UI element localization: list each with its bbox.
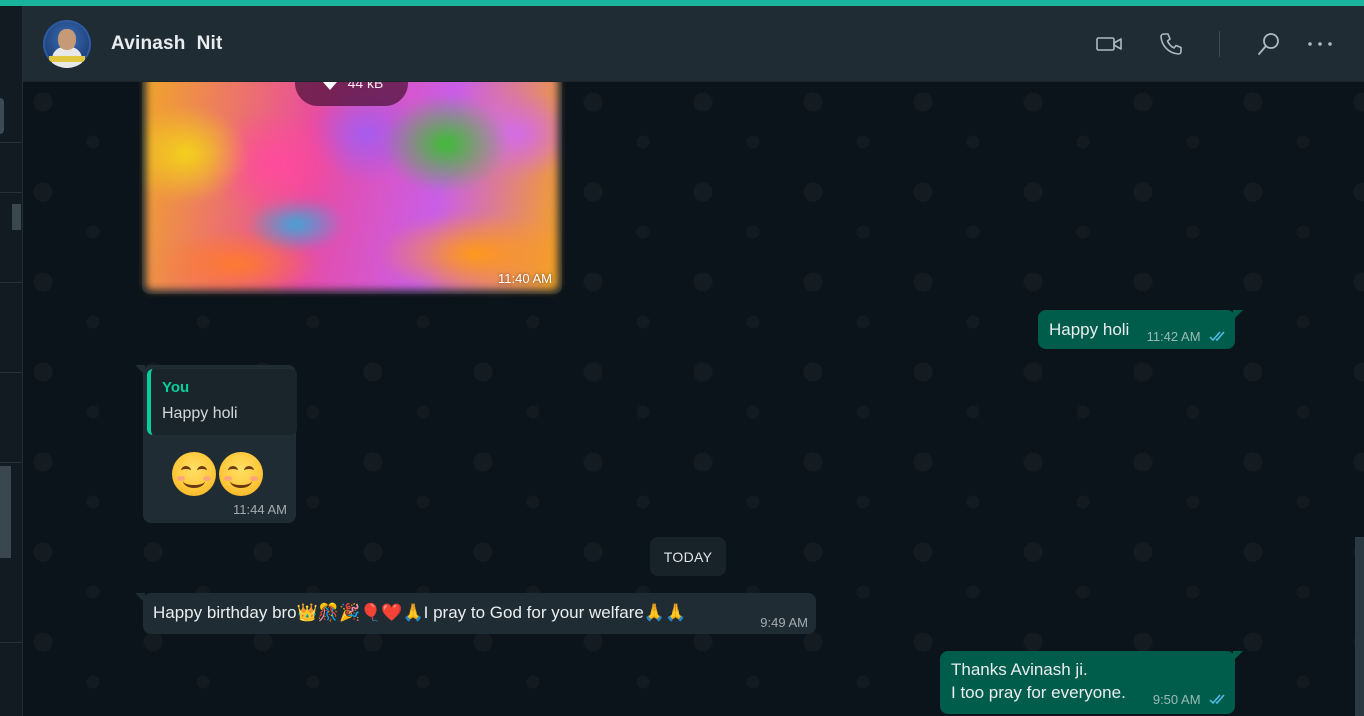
message-emojis: 👑🎊🎉🎈❤️🙏	[296, 603, 424, 623]
message-line: I too pray for everyone.	[951, 683, 1126, 702]
message-meta: 9:50 AM	[1153, 691, 1227, 709]
divider	[0, 192, 22, 193]
avatar-face	[58, 29, 76, 50]
message-text: Happy holi	[1049, 320, 1130, 339]
chat-list-scrollbar[interactable]	[0, 466, 11, 558]
read-ticks-icon	[1209, 694, 1225, 705]
chat-list-panel-edge	[0, 6, 23, 716]
outgoing-message[interactable]: Thanks Avinash ji. I too pray for everyo…	[940, 651, 1243, 714]
search-icon[interactable]	[1251, 26, 1287, 62]
emoji-mouth	[183, 474, 205, 488]
divider	[0, 462, 22, 463]
read-ticks-icon	[1209, 331, 1225, 342]
quoted-message[interactable]: You Happy holi	[147, 369, 297, 435]
message-line: Thanks Avinash ji.	[951, 660, 1088, 679]
download-arrow-icon	[322, 82, 337, 90]
header-divider	[1219, 31, 1220, 57]
chat-list-item-edge[interactable]	[12, 204, 21, 230]
avatar-banner	[49, 56, 85, 62]
divider	[0, 282, 22, 283]
video-call-icon[interactable]	[1091, 26, 1127, 62]
message-text-part: Happy birthday bro	[153, 603, 297, 622]
message-time: 11:40 AM	[498, 271, 552, 286]
download-button[interactable]: 44 kB	[295, 82, 408, 106]
contact-name[interactable]: Avinash Nit	[111, 33, 223, 55]
message-meta: 11:42 AM	[1147, 328, 1227, 346]
emoji-mouth	[230, 474, 252, 488]
message-text-part: I pray to God for your welfare	[423, 603, 644, 622]
quote-author: You	[162, 379, 190, 396]
more-options-icon[interactable]	[1302, 26, 1338, 62]
smiling-face-emoji	[219, 452, 263, 496]
outgoing-message[interactable]: Happy holi 11:42 AM	[1038, 310, 1243, 349]
message-time: 11:44 AM	[233, 502, 287, 517]
message-text: Happy birthday bro👑🎊🎉🎈❤️🙏I pray to God f…	[153, 601, 686, 625]
chat-header: Avinash Nit	[23, 6, 1364, 82]
incoming-reply-message[interactable]: You Happy holi 11:44 AM	[135, 365, 297, 523]
incoming-message[interactable]: Happy birthday bro👑🎊🎉🎈❤️🙏I pray to God f…	[135, 593, 816, 634]
message-time: 9:50 AM	[1152, 692, 1201, 707]
download-size: 44 kB	[347, 82, 384, 91]
blurred-image-preview[interactable]	[146, 82, 558, 290]
message-time: 11:42 AM	[1146, 329, 1201, 344]
contact-avatar[interactable]	[43, 20, 91, 68]
search-field-edge[interactable]	[0, 98, 4, 134]
divider	[0, 142, 22, 143]
image-message[interactable]: 44 kB 11:40 AM	[142, 82, 562, 294]
message-emojis: 🙏🙏	[643, 603, 687, 623]
divider	[0, 642, 22, 643]
date-divider: TODAY	[650, 537, 726, 576]
quote-text: Happy holi	[162, 405, 238, 422]
message-time: 9:49 AM	[760, 615, 808, 630]
divider	[0, 372, 22, 373]
voice-call-icon[interactable]	[1153, 26, 1189, 62]
smiling-face-emoji	[172, 452, 216, 496]
conversation-panel: 44 kB 11:40 AM Happy holi 11:42 AM You H…	[23, 82, 1364, 716]
conversation-scrollbar[interactable]	[1355, 537, 1364, 716]
